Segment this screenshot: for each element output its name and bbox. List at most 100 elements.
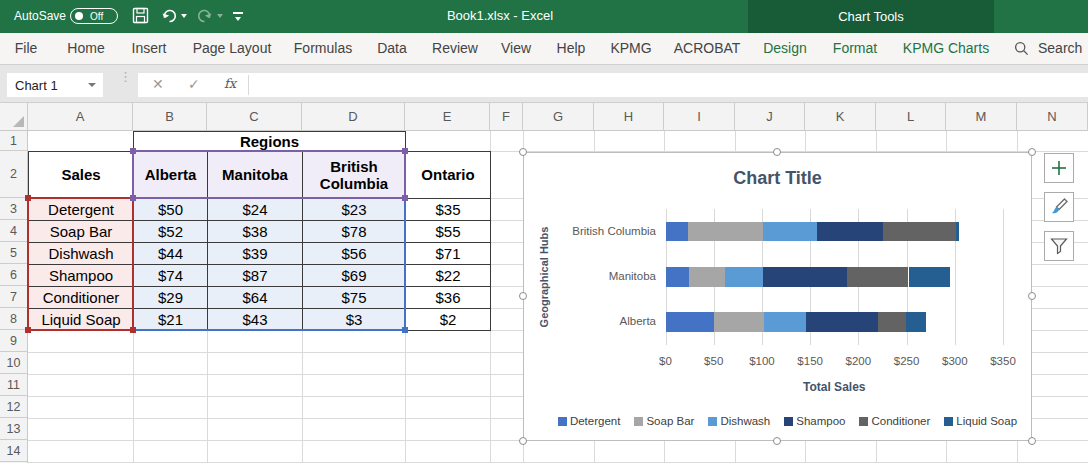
tab-formulas[interactable]: Formulas <box>294 40 352 56</box>
bar-segment-liquid-soap[interactable] <box>956 222 959 242</box>
name-box[interactable]: Chart 1 <box>7 73 103 97</box>
chart-x-axis-title[interactable]: Total Sales <box>684 380 984 394</box>
name-box-caret[interactable] <box>88 83 96 87</box>
category-range-outline-handle[interactable] <box>25 327 31 333</box>
bar-segment-detergent[interactable] <box>666 267 689 287</box>
bar-segment-soap-bar[interactable] <box>714 312 764 332</box>
row-header-11[interactable]: 11 <box>0 374 27 396</box>
cell-value[interactable]: $35 <box>405 198 491 221</box>
chart-resize-handle[interactable] <box>519 437 527 445</box>
row-header-7[interactable]: 7 <box>0 286 27 308</box>
legend-item-detergent[interactable]: Detergent <box>558 415 621 427</box>
header-range-outline-handle[interactable] <box>402 148 408 154</box>
legend-item-conditioner[interactable]: Conditioner <box>859 415 930 427</box>
legend-item-shampoo[interactable]: Shampoo <box>784 415 845 427</box>
regions-merged-cell[interactable]: Regions <box>133 131 406 152</box>
save-icon[interactable] <box>132 7 149 24</box>
column-header-D[interactable]: D <box>302 103 405 130</box>
header-range-outline-handle[interactable] <box>402 195 408 201</box>
cell-ontario-header[interactable]: Ontario <box>405 151 491 199</box>
row-header-5[interactable]: 5 <box>0 242 27 264</box>
column-header-I[interactable]: I <box>664 103 735 130</box>
chart-resize-handle[interactable] <box>773 148 781 156</box>
tab-data[interactable]: Data <box>377 40 407 56</box>
bar-segment-conditioner[interactable] <box>878 312 906 332</box>
column-header-E[interactable]: E <box>405 103 490 130</box>
column-header-B[interactable]: B <box>133 103 207 130</box>
cell-value[interactable]: $71 <box>405 242 491 265</box>
cell-value[interactable]: $36 <box>405 286 491 309</box>
insert-function-icon[interactable]: fx <box>224 76 236 91</box>
ribbon-search[interactable]: Search <box>1014 40 1082 56</box>
row-header-4[interactable]: 4 <box>0 220 27 242</box>
legend-item-dishwash[interactable]: Dishwash <box>708 415 770 427</box>
bar-segment-conditioner[interactable] <box>847 267 909 287</box>
column-header-M[interactable]: M <box>946 103 1017 130</box>
data-range-outline-handle[interactable] <box>402 327 408 333</box>
legend-item-liquid-soap[interactable]: Liquid Soap <box>944 415 1017 427</box>
data-range-outline[interactable] <box>132 197 406 331</box>
tab-view[interactable]: View <box>501 40 531 56</box>
tab-help[interactable]: Help <box>557 40 586 56</box>
row-header-3[interactable]: 3 <box>0 198 27 220</box>
chart-resize-handle[interactable] <box>773 437 781 445</box>
bar-segment-dishwash[interactable] <box>764 312 806 332</box>
undo-dropdown-caret[interactable] <box>181 14 187 18</box>
cell-value[interactable]: $55 <box>405 220 491 243</box>
column-header-G[interactable]: G <box>523 103 594 130</box>
header-range-outline-handle[interactable] <box>130 148 136 154</box>
tab-kpmg[interactable]: KPMG <box>610 40 651 56</box>
row-header-10[interactable]: 10 <box>0 352 27 374</box>
bar-segment-conditioner[interactable] <box>883 222 955 242</box>
header-range-outline[interactable] <box>132 150 406 199</box>
column-header-F[interactable]: F <box>490 103 523 130</box>
bar-segment-detergent[interactable] <box>666 222 688 242</box>
row-header-2[interactable]: 2 <box>0 151 27 198</box>
cancel-icon[interactable]: ✕ <box>152 76 164 92</box>
bar-segment-detergent[interactable] <box>666 312 714 332</box>
select-all-corner[interactable] <box>0 103 28 130</box>
tab-insert[interactable]: Insert <box>131 40 166 56</box>
tab-acrobat[interactable]: ACROBAT <box>674 40 741 56</box>
column-header-H[interactable]: H <box>594 103 664 130</box>
tab-kpmg-charts[interactable]: KPMG Charts <box>903 40 989 56</box>
legend-item-soap-bar[interactable]: Soap Bar <box>634 415 694 427</box>
column-header-K[interactable]: K <box>805 103 876 130</box>
chart-resize-handle[interactable] <box>519 148 527 156</box>
tab-design[interactable]: Design <box>763 40 807 56</box>
enter-icon[interactable]: ✓ <box>188 76 200 92</box>
header-range-outline-handle[interactable] <box>130 195 136 201</box>
row-header-1[interactable]: 1 <box>0 131 27 151</box>
bar-segment-soap-bar[interactable] <box>688 222 763 242</box>
bar-segment-liquid-soap[interactable] <box>906 312 926 332</box>
bar-segment-shampoo[interactable] <box>763 267 847 287</box>
chart-resize-handle[interactable] <box>1028 148 1036 156</box>
chart-resize-handle[interactable] <box>1028 437 1036 445</box>
redo-icon[interactable] <box>196 7 214 25</box>
category-range-outline-handle[interactable] <box>25 195 31 201</box>
redo-dropdown-caret[interactable] <box>217 14 223 18</box>
tab-file[interactable]: File <box>15 40 38 56</box>
chart-resize-handle[interactable] <box>1028 292 1036 300</box>
column-header-N[interactable]: N <box>1017 103 1088 130</box>
bar-segment-shampoo[interactable] <box>817 222 884 242</box>
row-header-6[interactable]: 6 <box>0 264 27 286</box>
bar-segment-soap-bar[interactable] <box>689 267 726 287</box>
cell-sales-header[interactable]: Sales <box>28 151 134 199</box>
bar-segment-liquid-soap[interactable] <box>909 267 950 287</box>
chart-legend[interactable]: Detergent Soap Bar Dishwash Shampoo Conditio… <box>534 415 1041 427</box>
row-header-8[interactable]: 8 <box>0 308 27 330</box>
chart-filters-button[interactable] <box>1044 231 1074 261</box>
tab-review[interactable]: Review <box>432 40 478 56</box>
bar-segment-shampoo[interactable] <box>806 312 877 332</box>
chart-styles-button[interactable] <box>1044 192 1074 222</box>
row-header-13[interactable]: 13 <box>0 418 27 440</box>
column-header-A[interactable]: A <box>28 103 133 130</box>
tab-home[interactable]: Home <box>67 40 104 56</box>
category-range-outline[interactable] <box>27 197 134 331</box>
row-header-14[interactable]: 14 <box>0 440 27 462</box>
undo-icon[interactable] <box>160 7 178 25</box>
tab-format[interactable]: Format <box>833 40 877 56</box>
chart-resize-handle[interactable] <box>519 292 527 300</box>
chart-title[interactable]: Chart Title <box>524 168 1031 189</box>
